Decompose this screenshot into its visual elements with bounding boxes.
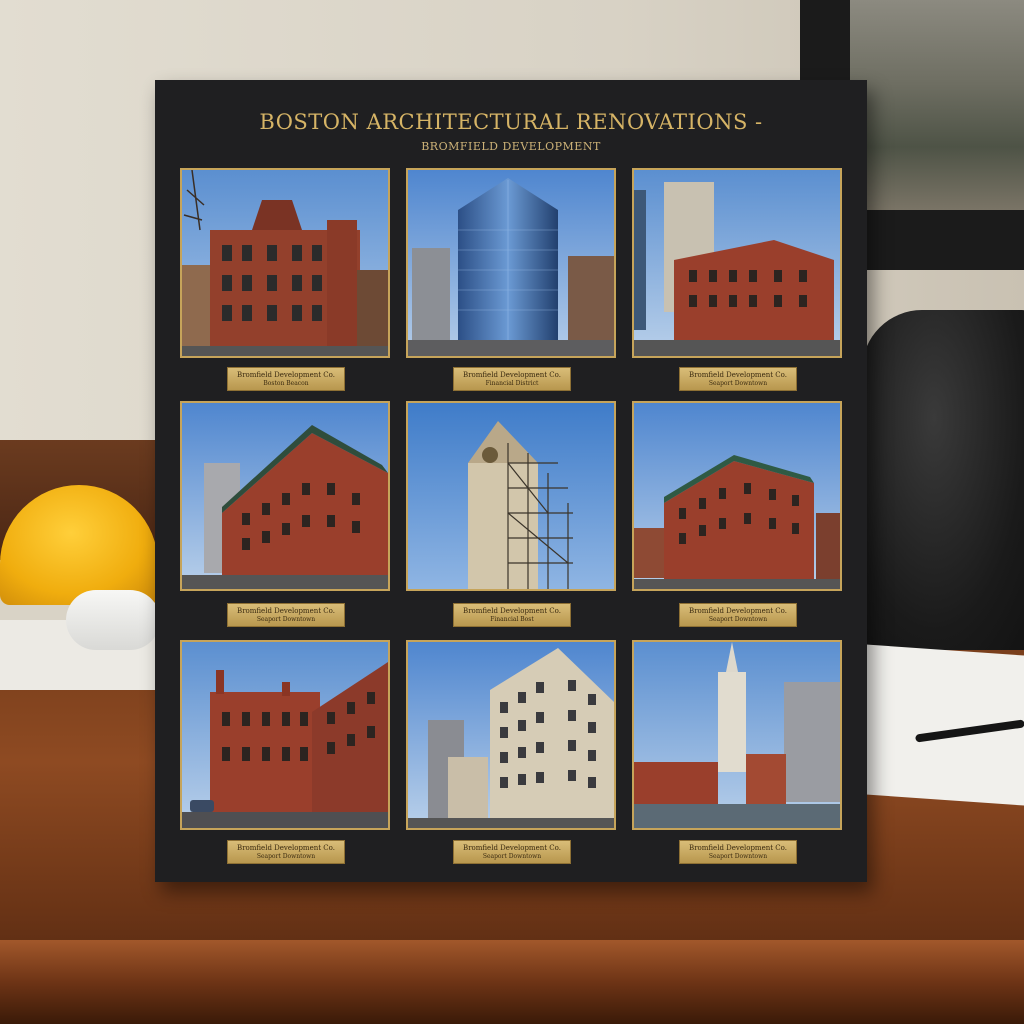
photo-green-roof-building [632, 401, 842, 591]
plaque-location: Seaport Downtown [256, 853, 316, 860]
plaque-location: Seaport Downtown [708, 853, 768, 860]
plaque-company: Bromfield Development Co. [463, 844, 561, 852]
presentation-board: BOSTON ARCHITECTURAL RENOVATIONS - BROMF… [155, 80, 867, 882]
plaque-location: Seaport Downtown [256, 616, 316, 623]
photo-brick-corner-building [632, 168, 842, 358]
photo-red-brick-warehouse [180, 401, 390, 591]
plaque-location: Financial Bost [490, 616, 534, 623]
photo-brownstone-townhouse [180, 168, 390, 358]
board-title: BOSTON ARCHITECTURAL RENOVATIONS - [259, 110, 763, 134]
plaque-location: Seaport Downtown [708, 380, 768, 387]
rolled-blueprint [66, 590, 160, 650]
plaque-9: Bromfield Development Co. Seaport Downto… [679, 840, 797, 864]
plaque-location: Financial District [485, 380, 539, 387]
plaque-2: Bromfield Development Co. Financial Dist… [453, 367, 571, 391]
plaque-company: Bromfield Development Co. [237, 607, 335, 615]
wall-picture [850, 0, 1024, 210]
plaque-1: Bromfield Development Co. Boston Beacon [227, 367, 345, 391]
office-chair [862, 310, 1024, 670]
board-subtitle: BROMFIELD DEVELOPMENT [421, 140, 601, 153]
plaque-6: Bromfield Development Co. Seaport Downto… [679, 603, 797, 627]
plaque-company: Bromfield Development Co. [689, 844, 787, 852]
photo-stone-office-building [406, 640, 616, 830]
plaque-company: Bromfield Development Co. [463, 607, 561, 615]
plaque-8: Bromfield Development Co. Seaport Downto… [453, 840, 571, 864]
plaque-4: Bromfield Development Co. Seaport Downto… [227, 603, 345, 627]
plaque-company: Bromfield Development Co. [463, 371, 561, 379]
plaque-company: Bromfield Development Co. [237, 371, 335, 379]
plaque-company: Bromfield Development Co. [689, 371, 787, 379]
plaque-7: Bromfield Development Co. Seaport Downto… [227, 840, 345, 864]
plaque-location: Boston Beacon [263, 380, 309, 387]
photo-glass-tower [406, 168, 616, 358]
plaque-company: Bromfield Development Co. [689, 607, 787, 615]
photo-church-steeple-harbor [632, 640, 842, 830]
plaque-location: Seaport Downtown [482, 853, 542, 860]
plaque-location: Seaport Downtown [708, 616, 768, 623]
plaque-company: Bromfield Development Co. [237, 844, 335, 852]
photo-clock-tower-scaffolding [406, 401, 616, 591]
plaque-5: Bromfield Development Co. Financial Bost [453, 603, 571, 627]
desk-edge [0, 940, 1024, 1024]
plaque-3: Bromfield Development Co. Seaport Downto… [679, 367, 797, 391]
photo-brick-row-houses [180, 640, 390, 830]
